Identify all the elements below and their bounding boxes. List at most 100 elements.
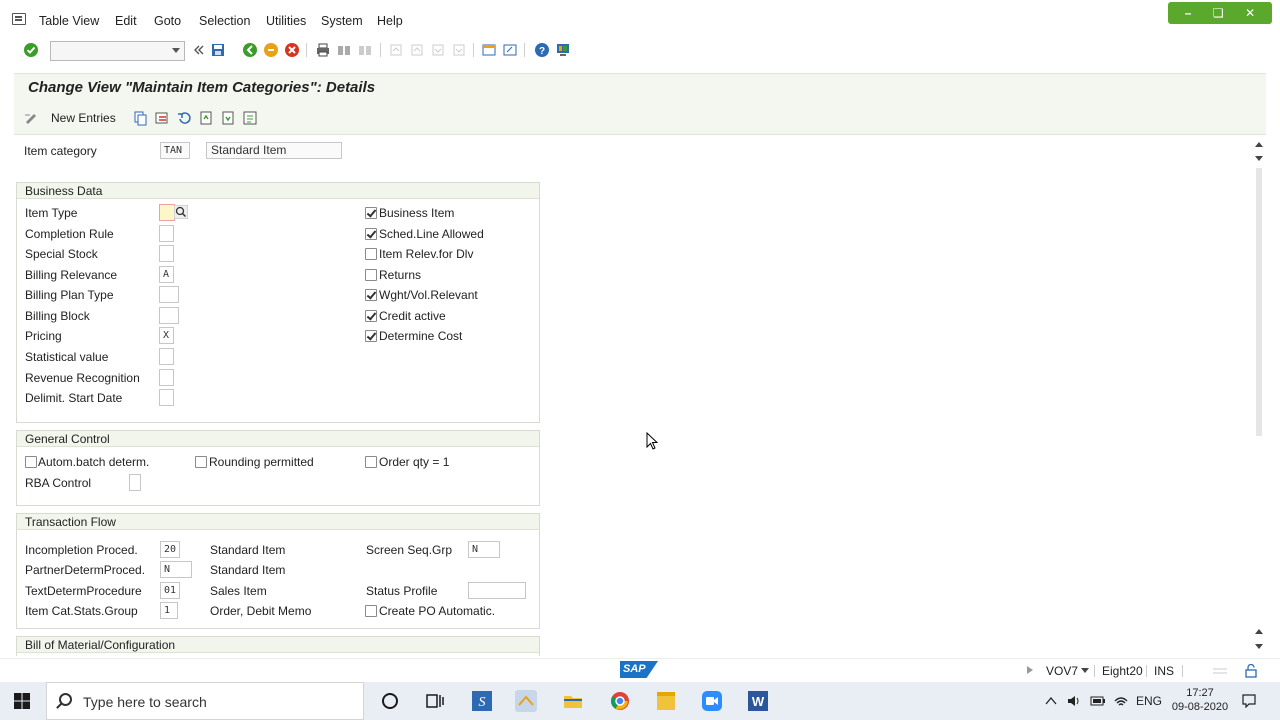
play-icon[interactable] [1025, 665, 1035, 675]
menu-icon[interactable] [12, 13, 26, 25]
text-determ-label: TextDetermProcedure [25, 584, 142, 598]
help-icon[interactable]: ? [534, 42, 550, 58]
sap-gui-app-icon[interactable] [515, 690, 537, 712]
menu-table-view[interactable]: Table View [39, 14, 99, 28]
special-stock-field[interactable] [159, 245, 174, 262]
cortana-icon[interactable] [379, 690, 401, 712]
rba-control-field[interactable] [129, 474, 141, 491]
notifications-icon[interactable] [1241, 694, 1257, 708]
collapse-icon[interactable] [190, 42, 206, 58]
billing-block-field[interactable] [159, 307, 179, 324]
delete-icon[interactable] [154, 110, 170, 126]
menu-selection[interactable]: Selection [199, 14, 250, 28]
statistical-value-field[interactable] [159, 348, 174, 365]
scroll-up-icon[interactable] [1255, 629, 1263, 634]
vertical-scrollbar[interactable] [1252, 136, 1266, 656]
chevron-up-icon[interactable] [1045, 696, 1057, 706]
taskbar-search[interactable]: Type here to search [46, 682, 364, 720]
menu-help[interactable]: Help [377, 14, 403, 28]
back-icon[interactable] [242, 42, 258, 58]
wifi-icon[interactable] [1113, 694, 1129, 708]
autom-batch-checkbox[interactable] [25, 456, 37, 468]
text-determ-field[interactable]: 01 [160, 582, 180, 599]
business-item-checkbox[interactable] [365, 207, 377, 219]
credit-active-checkbox[interactable] [365, 310, 377, 322]
chevron-down-icon[interactable] [172, 48, 180, 53]
customize-layout-icon[interactable] [555, 42, 571, 58]
system-info-icon[interactable] [1212, 665, 1228, 677]
sap-logon-app-icon[interactable]: S [471, 690, 493, 712]
insert-mode[interactable]: INS [1154, 664, 1174, 678]
windows-start-icon[interactable] [14, 693, 30, 709]
enter-check-icon[interactable] [23, 42, 39, 58]
find-icon[interactable] [336, 42, 352, 58]
rounding-permitted-checkbox[interactable] [195, 456, 207, 468]
last-page-icon[interactable] [451, 42, 467, 58]
sticky-notes-icon[interactable] [655, 690, 677, 712]
speaker-icon[interactable] [1066, 694, 1082, 708]
billing-relevance-field[interactable]: A [159, 266, 174, 283]
display-change-icon[interactable] [24, 111, 40, 125]
previous-entry-icon[interactable] [198, 110, 214, 126]
cancel-icon[interactable] [284, 42, 300, 58]
next-page-icon[interactable] [430, 42, 446, 58]
scroll-down-icon[interactable] [1255, 644, 1263, 649]
new-session-icon[interactable] [481, 42, 497, 58]
close-icon[interactable]: ✕ [1245, 7, 1255, 19]
find-next-icon[interactable] [357, 42, 373, 58]
minimize-icon[interactable]: – [1185, 7, 1192, 19]
task-view-icon[interactable] [424, 690, 446, 712]
item-category-field[interactable]: TAN [160, 142, 190, 159]
wght-vol-relevant-checkbox[interactable] [365, 289, 377, 301]
order-qty-checkbox[interactable] [365, 456, 377, 468]
previous-page-icon[interactable] [409, 42, 425, 58]
copy-as-icon[interactable] [132, 110, 148, 126]
scroll-down-icon[interactable] [1255, 156, 1263, 161]
shortcut-icon[interactable] [502, 42, 518, 58]
restore-icon[interactable]: ❏ [1213, 7, 1224, 19]
variant-icon[interactable] [242, 110, 258, 126]
undo-change-icon[interactable] [176, 110, 192, 126]
item-type-field[interactable] [159, 204, 175, 221]
word-icon[interactable]: W [747, 690, 769, 712]
create-po-checkbox[interactable] [365, 605, 377, 617]
menu-utilities[interactable]: Utilities [266, 14, 306, 28]
save-icon[interactable] [210, 42, 226, 58]
returns-checkbox[interactable] [365, 269, 377, 281]
chrome-icon[interactable] [609, 690, 631, 712]
taskbar-clock[interactable]: 17:27 09-08-2020 [1170, 686, 1230, 714]
chevron-down-icon[interactable] [1081, 668, 1089, 674]
billing-plan-type-field[interactable] [159, 286, 179, 303]
lock-icon[interactable] [1244, 664, 1258, 678]
completion-rule-field[interactable] [159, 225, 174, 242]
toolbar-separator [380, 43, 381, 57]
determine-cost-checkbox[interactable] [365, 330, 377, 342]
language-indicator[interactable]: ENG [1136, 694, 1162, 708]
battery-icon[interactable] [1090, 695, 1106, 707]
file-explorer-icon[interactable] [562, 690, 584, 712]
item-relev-dlv-checkbox[interactable] [365, 248, 377, 260]
exit-icon[interactable] [263, 42, 279, 58]
transaction-code[interactable]: VOV7 [1046, 664, 1078, 678]
menu-edit[interactable]: Edit [115, 14, 137, 28]
delimit-start-date-field[interactable] [159, 389, 174, 406]
revenue-recognition-field[interactable] [159, 369, 174, 386]
scroll-thumb[interactable] [1256, 168, 1262, 436]
print-icon[interactable] [315, 42, 331, 58]
item-cat-stats-field[interactable]: 1 [160, 602, 178, 619]
screen-seq-grp-field[interactable]: N [468, 541, 500, 558]
zoom-icon[interactable] [701, 690, 723, 712]
menu-system[interactable]: System [321, 14, 363, 28]
status-profile-field[interactable] [468, 582, 526, 599]
scroll-up-icon[interactable] [1255, 142, 1263, 147]
incompletion-proced-field[interactable]: 20 [160, 541, 180, 558]
partner-determ-field[interactable]: N [160, 561, 192, 578]
new-entries-button[interactable]: New Entries [51, 111, 116, 125]
pricing-field[interactable]: X [159, 327, 174, 344]
search-help-icon[interactable] [174, 205, 188, 219]
sched-line-allowed-checkbox[interactable] [365, 228, 377, 240]
first-page-icon[interactable] [388, 42, 404, 58]
next-entry-icon[interactable] [220, 110, 236, 126]
command-field[interactable] [50, 41, 185, 61]
menu-goto[interactable]: Goto [154, 14, 181, 28]
